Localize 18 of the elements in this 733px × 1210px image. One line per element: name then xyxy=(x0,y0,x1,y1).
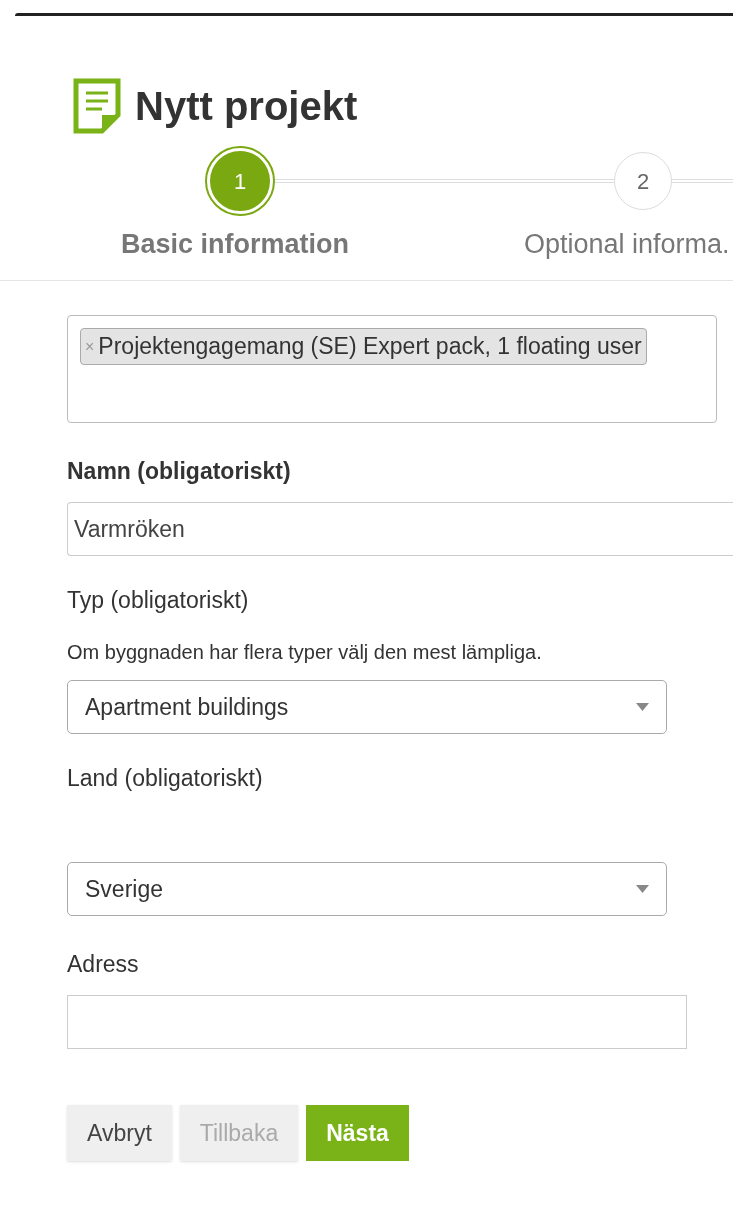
field-label: Namn (obligatoriskt) xyxy=(67,457,292,485)
field-hint: Om byggnaden har flera typer välj den mest lämpliga. xyxy=(67,640,543,664)
field-label: Adress xyxy=(67,950,140,978)
field-label: Typ (obligatoriskt) xyxy=(67,586,250,614)
text-field[interactable] xyxy=(67,995,687,1049)
caret-icon xyxy=(636,703,649,711)
field-label: Land (obligatoriskt) xyxy=(67,764,264,792)
text-field[interactable]: Varmröken xyxy=(67,502,733,556)
page-title: Nytt projekt xyxy=(135,83,358,130)
step-label: Optional informa. xyxy=(524,228,730,261)
document-icon xyxy=(73,78,121,134)
step-label: Basic information xyxy=(121,228,350,261)
caret-icon xyxy=(636,885,649,893)
button[interactable]: Avbryt xyxy=(67,1105,172,1161)
tag-text: Projektengagemang (SE) Expert pack, 1 floating user xyxy=(98,332,642,362)
license-tag-field[interactable]: × Projektengagemang (SE) Expert pack, 1 floating user xyxy=(67,315,717,423)
dropdown[interactable]: Sverige xyxy=(67,862,667,916)
dropdown[interactable]: Apartment buildings xyxy=(67,680,667,734)
